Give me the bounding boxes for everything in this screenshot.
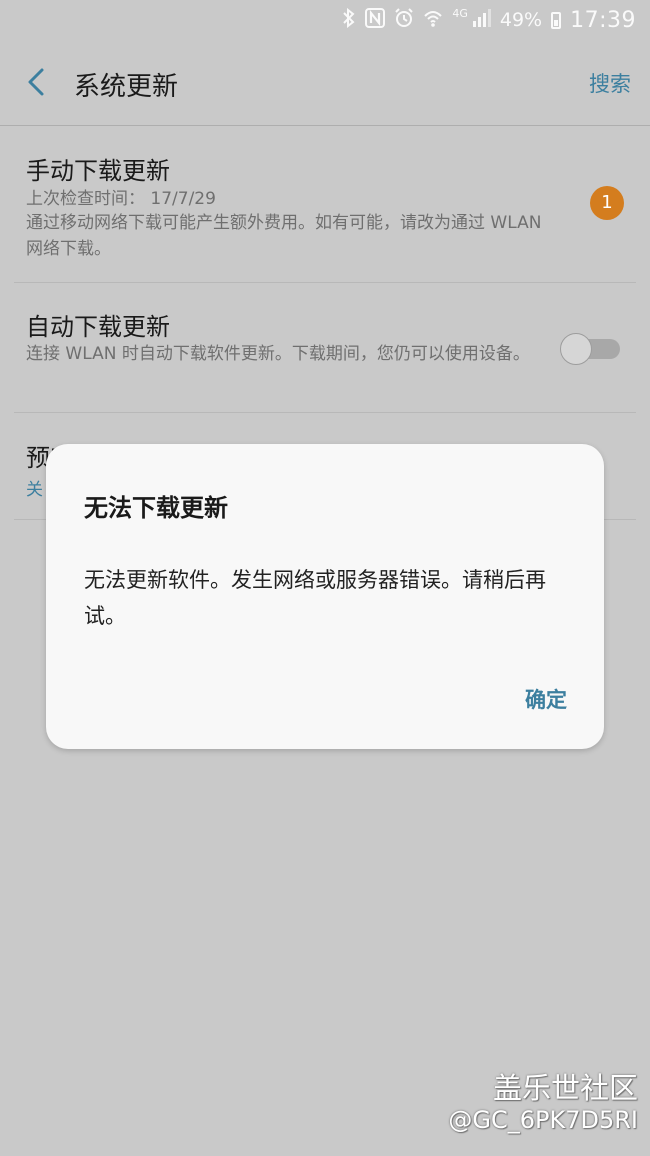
signal-icon bbox=[471, 8, 491, 32]
back-button[interactable] bbox=[20, 62, 56, 102]
list-item-auto-download[interactable]: 自动下载更新 连接 WLAN 时自动下载软件更新。下载期间，您仍可以使用设备。 bbox=[0, 283, 650, 413]
list-item-description: 连接 WLAN 时自动下载软件更新。下载期间，您仍可以使用设备。 bbox=[26, 344, 530, 364]
nfc-icon bbox=[365, 8, 386, 32]
watermark-handle: @GC_6PK7D5RI bbox=[448, 1106, 638, 1134]
dialog-message: 无法更新软件。发生网络或服务器错误。请稍后再试。 bbox=[84, 568, 546, 628]
bluetooth-icon bbox=[342, 7, 356, 32]
watermark-title: 盖乐世社区 bbox=[492, 1071, 638, 1105]
list-item-status: 关 bbox=[26, 480, 43, 500]
page-title: 系统更新 bbox=[74, 72, 179, 102]
app-bar: 系统更新 搜索 bbox=[0, 40, 650, 126]
alarm-icon bbox=[394, 8, 414, 32]
list-item-manual-download[interactable]: 手动下载更新 上次检查时间： 17/7/29 通过移动网络下载可能产生额外费用。… bbox=[0, 126, 650, 282]
network-type: 4G bbox=[452, 6, 468, 20]
clock: 17:39 bbox=[570, 7, 636, 33]
dialog-title: 无法下载更新 bbox=[84, 494, 228, 522]
battery-percent: 49% bbox=[499, 9, 543, 31]
status-bar: 4G 49% 17:39 bbox=[0, 0, 650, 40]
error-dialog: 无法下载更新 无法更新软件。发生网络或服务器错误。请稍后再试。 确定 bbox=[46, 444, 604, 749]
wifi-icon bbox=[423, 8, 443, 32]
search-button[interactable]: 搜索 bbox=[589, 68, 631, 98]
list-item-description: 通过移动网络下载可能产生额外费用。如有可能，请改为通过 WLAN 网络下载。 bbox=[26, 213, 542, 259]
update-count-badge: 1 bbox=[590, 186, 624, 220]
list-item-title: 手动下载更新 bbox=[26, 157, 170, 185]
ok-button[interactable]: 确定 bbox=[525, 684, 567, 714]
list-item-title: 自动下载更新 bbox=[26, 313, 170, 341]
auto-download-toggle[interactable] bbox=[560, 333, 620, 365]
toggle-knob bbox=[560, 333, 592, 365]
chevron-left-icon bbox=[28, 68, 44, 96]
battery-icon bbox=[551, 11, 562, 29]
last-checked-text: 上次检查时间： 17/7/29 bbox=[26, 189, 216, 209]
